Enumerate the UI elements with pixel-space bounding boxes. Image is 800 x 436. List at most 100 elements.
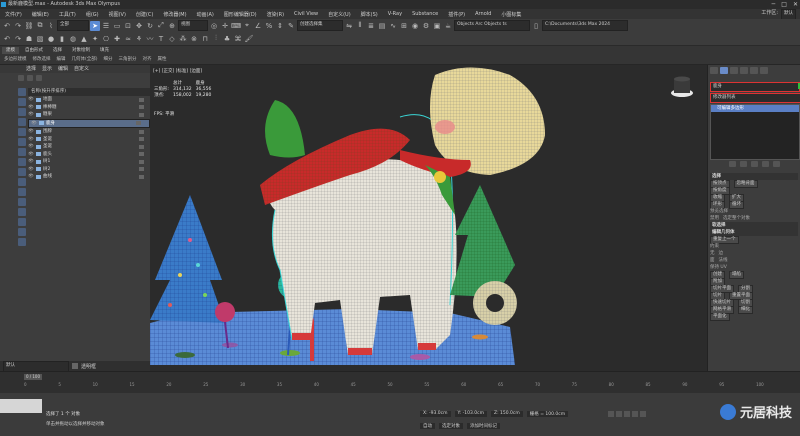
keyboard-shortcut-icon[interactable]: ⌨: [231, 21, 241, 31]
constraint-none-radio[interactable]: 无: [710, 250, 715, 257]
planarize-button[interactable]: 平面化: [710, 313, 730, 321]
cylinder-icon[interactable]: ▮: [57, 34, 67, 44]
maxscript-listener[interactable]: [0, 399, 42, 413]
edit-named-sel-icon[interactable]: ✎: [286, 21, 296, 31]
next-frame-icon[interactable]: [632, 411, 638, 417]
objects-field[interactable]: Objects Arc Objects ts: [454, 20, 530, 31]
freeze-icon[interactable]: [139, 97, 144, 102]
display-bones-icon[interactable]: [18, 168, 26, 176]
scale-icon[interactable]: ⤢: [156, 21, 166, 31]
redo-icon[interactable]: ↷: [13, 34, 23, 44]
perspective-viewport[interactable]: [+] [正交] [标准] [边面] 总计 鹿身 三角形: 314,132 36,55…: [150, 65, 707, 371]
viewcube-hat-icon[interactable]: [671, 76, 693, 98]
tree-item[interactable]: 👁 鹿头: [28, 151, 150, 159]
goto-end-icon[interactable]: [640, 411, 646, 417]
constraint-face-radio[interactable]: 面: [710, 257, 715, 264]
scene-tab-customize[interactable]: 自定义: [74, 65, 89, 73]
snap-icon[interactable]: ⌖: [242, 21, 252, 31]
menu-item[interactable]: 图形编辑器(D): [219, 11, 262, 18]
menu-item[interactable]: 文件(F): [0, 11, 27, 18]
tessellate-button[interactable]: 细化: [738, 306, 753, 314]
bind-icon[interactable]: ⌇: [46, 21, 56, 31]
goto-start-icon[interactable]: [608, 411, 614, 417]
helper-icon[interactable]: ✚: [112, 34, 122, 44]
layer-icon[interactable]: [72, 363, 78, 369]
constraint-edge-radio[interactable]: 边: [719, 250, 724, 257]
layer-select[interactable]: 默认: [3, 360, 69, 372]
spline-icon[interactable]: 〰: [145, 34, 155, 44]
pivot-icon[interactable]: ◎: [209, 21, 219, 31]
unlink-icon[interactable]: ⧉: [35, 21, 45, 31]
material-editor-icon[interactable]: ◉: [410, 21, 420, 31]
ribbon-tab[interactable]: 自由形式: [21, 47, 47, 54]
autokey-button[interactable]: 自动: [420, 423, 435, 429]
set-key-select[interactable]: 选定对象: [439, 423, 463, 429]
project-path-field[interactable]: C:\Documents\3ds Max 2024: [542, 20, 628, 31]
select-by-name-icon[interactable]: ☰: [101, 21, 111, 31]
ribbon-tab[interactable]: 建模: [2, 47, 19, 54]
preserve-uv-checkbox[interactable]: 保持 UV: [710, 264, 727, 271]
menu-item[interactable]: 动画(A): [192, 11, 219, 18]
display-groups-icon[interactable]: [18, 148, 26, 156]
eye-icon[interactable]: 👁: [28, 96, 34, 104]
graphite-icon[interactable]: ▤: [377, 21, 387, 31]
stairs-icon[interactable]: ⫶: [211, 34, 221, 44]
ribbon-sub-item[interactable]: 几何体(全部): [72, 56, 98, 62]
menu-item[interactable]: 工具(T): [54, 11, 81, 18]
loop-button[interactable]: 循环: [729, 201, 744, 209]
freeze-icon[interactable]: [139, 112, 144, 117]
object-name-field[interactable]: 鹿身: [710, 82, 800, 92]
viewport-label[interactable]: [+] [正交] [标准] [边面]: [153, 68, 202, 74]
align-icon[interactable]: ⫴: [355, 21, 365, 31]
link-icon[interactable]: ⛓: [24, 21, 34, 31]
mirror-icon[interactable]: ⇋: [344, 21, 354, 31]
ribbon-sub-item[interactable]: 三角剖分: [119, 56, 137, 62]
box-icon[interactable]: ▧: [35, 34, 45, 44]
menu-item[interactable]: Arnold: [470, 11, 496, 17]
display-shapes-icon[interactable]: [18, 98, 26, 106]
ribbon-sub-item[interactable]: 多边形建模: [4, 56, 27, 62]
menu-item[interactable]: 自定义(U): [323, 11, 356, 18]
particle-icon[interactable]: ⁂: [178, 34, 188, 44]
teapot-icon[interactable]: ☗: [24, 34, 34, 44]
selection-filter-select[interactable]: 全部: [57, 20, 89, 31]
configure-sets-icon[interactable]: [772, 161, 780, 167]
menu-item[interactable]: 创建(C): [131, 11, 158, 18]
undo-icon[interactable]: ↶: [2, 21, 12, 31]
tree-item[interactable]: 👁 糖果: [28, 111, 150, 119]
move-icon[interactable]: ✥: [134, 21, 144, 31]
menu-item[interactable]: V-Ray: [383, 11, 407, 17]
ribbon-tab[interactable]: 对象绘制: [68, 47, 94, 54]
space-warp-icon[interactable]: ≈: [123, 34, 133, 44]
system-icon[interactable]: ⚘: [134, 34, 144, 44]
named-selection-set[interactable]: 创建选择集: [297, 20, 343, 31]
stack-item-editable-poly[interactable]: 可编辑多边形: [711, 105, 799, 112]
display-tab-icon[interactable]: [750, 67, 758, 74]
display-lights-icon[interactable]: [18, 108, 26, 116]
ribbon-sub-item[interactable]: 修改选择: [33, 56, 51, 62]
curve-editor-icon[interactable]: ∿: [388, 21, 398, 31]
utilities-tab-icon[interactable]: [760, 67, 768, 74]
freeze-icon[interactable]: [139, 174, 144, 179]
rotate-icon[interactable]: ↻: [145, 21, 155, 31]
menu-item[interactable]: 渲染(R): [262, 11, 289, 18]
eye-icon[interactable]: 👁: [28, 104, 34, 112]
ignore-backfacing-checkbox[interactable]: 忽略背面: [733, 180, 758, 188]
hierarchy-tab-icon[interactable]: [730, 67, 738, 74]
freeze-icon[interactable]: [139, 167, 144, 172]
tree-item[interactable]: 👁 曲线: [28, 173, 150, 181]
make-unique-icon[interactable]: [750, 161, 758, 167]
text-icon[interactable]: T: [156, 34, 166, 44]
sphere-icon[interactable]: ●: [46, 34, 56, 44]
track-bar[interactable]: 0 5 10 15 20 25 30 35 40 45 50 55 60 65 …: [24, 382, 764, 392]
display-spacewarps-icon[interactable]: [18, 138, 26, 146]
ribbon-sub-item[interactable]: 细分: [104, 56, 113, 62]
y-coordinate-field[interactable]: Y: -103.0cm: [454, 411, 487, 417]
select-icon[interactable]: ➤: [90, 20, 100, 31]
layer-icon[interactable]: ≣: [366, 21, 376, 31]
redo-icon[interactable]: ↷: [13, 21, 23, 31]
scene-tab-display[interactable]: 显示: [42, 65, 52, 73]
folder-icon[interactable]: ▯: [531, 21, 541, 31]
scene-bottom-right-label[interactable]: 透明框: [81, 363, 96, 370]
compound-icon[interactable]: ⊗: [189, 34, 199, 44]
